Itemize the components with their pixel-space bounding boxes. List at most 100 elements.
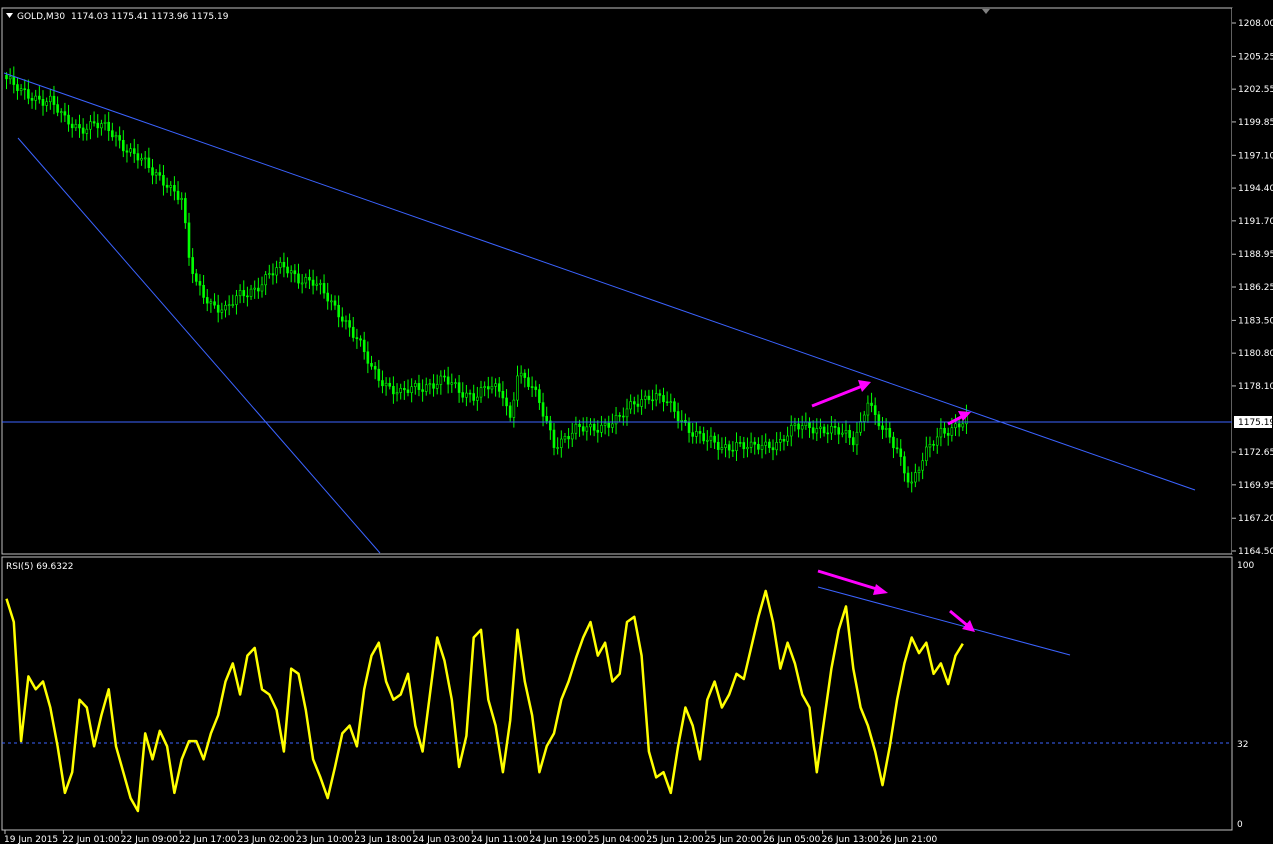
candle-body xyxy=(811,427,815,434)
candle-body xyxy=(917,469,921,473)
candle-body xyxy=(574,423,578,434)
candle-body xyxy=(775,442,778,451)
candle-body xyxy=(100,123,103,129)
candle-body xyxy=(757,443,760,450)
candle-body xyxy=(359,338,362,341)
candle-body xyxy=(808,421,811,428)
candle-body xyxy=(19,88,23,91)
time-tick-label: 23 Jun 10:00 xyxy=(296,835,353,844)
candle-body xyxy=(253,287,256,290)
candle-body xyxy=(107,121,110,131)
candle-body xyxy=(530,386,534,388)
candle-body xyxy=(826,432,830,435)
price-tick-label: 1188.95 xyxy=(1238,250,1273,260)
candle-body xyxy=(147,157,151,168)
candle-body xyxy=(527,377,530,387)
candle-body xyxy=(238,290,242,297)
candle-body xyxy=(384,382,388,387)
candle-body xyxy=(96,122,100,129)
candle-body xyxy=(906,472,910,483)
time-tick-label: 22 Jun 01:00 xyxy=(62,835,119,844)
candle-body xyxy=(74,124,78,129)
candle-body xyxy=(782,439,786,442)
candle-body xyxy=(705,439,709,442)
candle-body xyxy=(457,382,461,393)
price-tick-label: 1199.85 xyxy=(1238,118,1273,128)
candle-body xyxy=(249,288,253,297)
candle-body xyxy=(132,148,136,154)
candle-body xyxy=(640,399,643,407)
candle-body xyxy=(45,101,48,106)
candle-body xyxy=(512,399,516,418)
candle-body xyxy=(680,420,684,422)
candle-body xyxy=(293,270,297,275)
candle-body xyxy=(468,392,472,395)
candle-body xyxy=(494,383,497,387)
candle-body xyxy=(399,388,403,393)
candle-body xyxy=(213,301,216,306)
candle-body xyxy=(216,304,220,313)
candle-body xyxy=(742,442,746,450)
candle-body xyxy=(709,435,713,441)
rsi-level-100: 100 xyxy=(1237,561,1254,571)
candle-body xyxy=(914,472,917,483)
candle-body xyxy=(424,384,428,392)
candle-body xyxy=(727,444,731,451)
time-tick-label: 23 Jun 18:00 xyxy=(354,835,411,844)
candle-body xyxy=(472,393,476,401)
candle-body xyxy=(592,423,596,431)
candle-body xyxy=(570,432,574,440)
candle-body xyxy=(439,375,443,385)
candle-body xyxy=(381,380,384,387)
candle-body xyxy=(877,414,881,427)
candle-body xyxy=(388,382,392,387)
candle-body xyxy=(370,363,373,367)
candle-body xyxy=(242,290,246,297)
candle-body xyxy=(5,74,8,80)
rsi-level-32: 32 xyxy=(1237,740,1248,750)
price-tick-label: 1167.20 xyxy=(1238,514,1273,524)
candle-body xyxy=(59,111,63,113)
candle-body xyxy=(129,148,132,153)
candle-body xyxy=(563,436,567,440)
candle-body xyxy=(698,431,702,434)
candle-body xyxy=(118,135,121,141)
candle-body xyxy=(373,365,377,370)
candle-body xyxy=(888,428,892,438)
candle-body xyxy=(16,84,19,91)
candle-body xyxy=(428,383,432,386)
candle-body xyxy=(497,383,501,392)
candle-body xyxy=(282,262,286,268)
candle-body xyxy=(202,284,205,298)
chart-canvas: 1208.00 1205.25 1202.55 1199.85 1197.10 1194.… xyxy=(0,0,1273,844)
candle-body xyxy=(465,392,468,398)
candle-body xyxy=(205,297,209,304)
candle-body xyxy=(534,386,538,390)
candle-body xyxy=(322,283,326,294)
candle-body xyxy=(895,447,899,450)
candle-body xyxy=(450,382,454,385)
candle-body xyxy=(187,222,191,258)
candle-body xyxy=(961,423,965,428)
candle-body xyxy=(924,446,928,462)
candle-body xyxy=(749,441,753,448)
candle-body xyxy=(421,389,424,392)
candle-body xyxy=(191,257,194,274)
candle-body xyxy=(348,320,351,328)
candle-body xyxy=(881,425,884,430)
candle-body xyxy=(114,135,118,138)
candle-body xyxy=(884,428,888,430)
candle-body xyxy=(454,382,457,384)
candle-body xyxy=(377,368,381,381)
price-tick-label: 1197.10 xyxy=(1238,151,1273,161)
candle-body xyxy=(585,426,589,432)
candle-body xyxy=(892,436,895,449)
candle-body xyxy=(815,428,819,434)
candle-body xyxy=(764,441,768,446)
price-tick-label: 1180.80 xyxy=(1238,349,1273,359)
candle-body xyxy=(731,449,735,452)
time-tick-label: 26 Jun 05:00 xyxy=(763,835,820,844)
candle-body xyxy=(753,441,757,445)
candle-body xyxy=(859,421,862,433)
candle-body xyxy=(30,98,34,101)
